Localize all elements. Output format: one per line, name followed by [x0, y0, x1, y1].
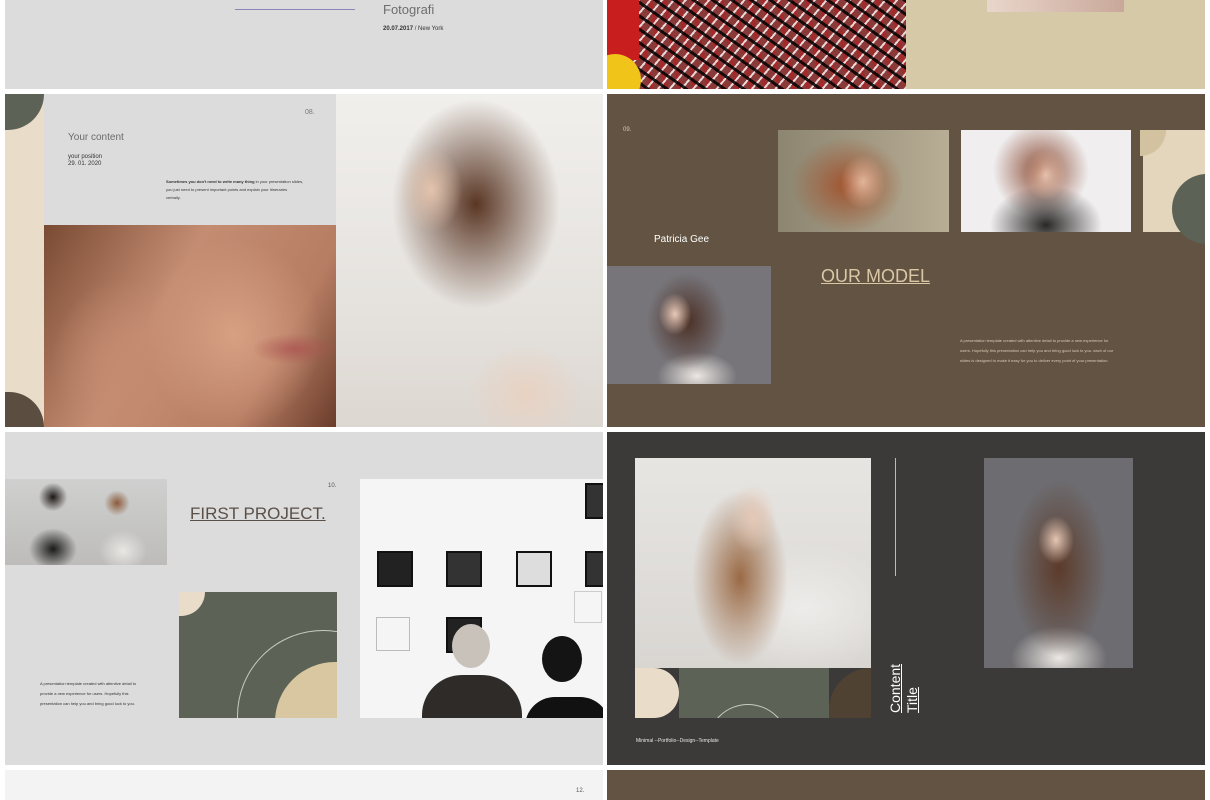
footer-text: Minimal --Portfolio--Design--Template [636, 738, 719, 744]
body-line-3: verbally. [166, 195, 181, 200]
body-paragraph: Sometimes you don't need to write many t… [166, 178, 306, 202]
project-description-line-2: provide a new experience for users. Hope… [40, 691, 129, 696]
slide-number: 10. [328, 483, 337, 489]
body-bold: Sometimes you don't need to write many t… [166, 179, 255, 184]
divider-line [235, 9, 355, 10]
slide-content-title[interactable]: Content Title Minimal --Portfolio--Desig… [607, 432, 1205, 765]
cropped-photo [987, 0, 1124, 12]
body-rest: in your presentation slides, [254, 179, 304, 184]
slide-top-left[interactable]: Fotografi 20.07.2017 / New York [5, 0, 603, 89]
project-title: FIRST PROJECT. [190, 504, 326, 523]
beige-side-strip [5, 94, 44, 427]
slide-number: 12. [576, 788, 585, 794]
slide-number: 09. [623, 127, 632, 133]
sand-half-circle [635, 668, 679, 718]
model-portrait-photo [607, 266, 771, 384]
position-date: 29. 01. 2020 [68, 161, 102, 167]
brown-quarter-block [829, 668, 871, 718]
slide-title: Fotografi [383, 2, 435, 17]
project-description: A presentation template created with att… [40, 679, 150, 709]
description-line-2: users. Hopefully this presentation can h… [960, 348, 1114, 353]
content-title: Content Title [887, 663, 920, 713]
location-text: New York [418, 26, 444, 32]
date-location: 20.07.2017 / New York [383, 26, 443, 32]
frame-3 [516, 551, 552, 587]
visitor-2-body [525, 697, 603, 718]
body-line-1: Sometimes you don't need to write many t… [166, 178, 306, 186]
slide-12[interactable]: 12. [5, 770, 603, 800]
project-description-line-1: A presentation template created with att… [40, 681, 137, 686]
red-block-shape [607, 0, 639, 60]
visitor-2-head [542, 636, 582, 682]
frame-8 [574, 591, 602, 623]
frame-4 [585, 551, 603, 587]
reclining-woman-photo [635, 458, 871, 668]
position-label: your position [68, 154, 103, 160]
vertical-divider [895, 458, 896, 576]
slide-top-right[interactable] [607, 0, 1205, 89]
section-title: OUR MODEL [821, 266, 931, 286]
slide-number: 08. [305, 109, 315, 116]
frame-6 [376, 617, 410, 651]
content-heading: Your content [68, 132, 124, 143]
slide-09[interactable]: 09. Patricia Gee OUR MODEL A presentatio… [607, 94, 1205, 427]
visitor-1-body [422, 675, 522, 718]
closeup-face-photo [44, 225, 336, 427]
slide-bottom-right[interactable] [607, 770, 1205, 800]
olive-footer-block [679, 668, 829, 718]
footer-outline-circle [707, 704, 789, 718]
two-boys-photo [5, 479, 167, 565]
description-line-3: slides is designed to make it easy for y… [960, 358, 1109, 363]
olive-card [179, 592, 337, 718]
abstract-painting-image [607, 0, 906, 89]
slide-08[interactable]: 08. Your content your position 29. 01. 2… [5, 94, 603, 427]
model-photo-2 [961, 130, 1131, 232]
woman-portrait-photo [984, 458, 1133, 668]
slide-10[interactable]: FIRST PROJECT. 10. A presentation templa… [5, 432, 603, 765]
model-name: Patricia Gee [654, 234, 710, 245]
date-text: 20.07.2017 [383, 26, 414, 32]
frame-5 [585, 483, 603, 519]
frame-1 [377, 551, 413, 587]
gallery-visitors-photo [360, 479, 603, 718]
woman-leaning-photo [336, 94, 603, 427]
description-paragraph: A presentation template created with att… [960, 336, 1140, 366]
body-line-2: you just need to present important point… [166, 187, 288, 192]
slash-separator: / [414, 26, 417, 32]
model-photo-1 [778, 130, 949, 232]
content-title-vertical: Content Title [887, 653, 947, 713]
description-line-1: A presentation template created with att… [960, 338, 1109, 343]
visitor-1-head [452, 624, 490, 668]
frame-2 [446, 551, 482, 587]
project-description-line-3: presentation can help you and bring good… [40, 701, 135, 706]
